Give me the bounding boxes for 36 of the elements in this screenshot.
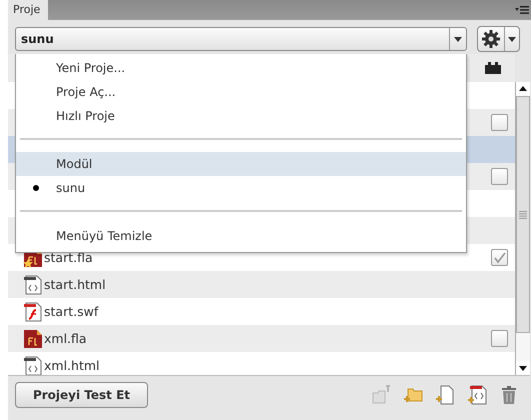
file-name: xml.fla bbox=[44, 331, 87, 346]
new-file-icon[interactable] bbox=[435, 385, 455, 405]
menu-item[interactable]: Hızlı Proje bbox=[16, 104, 466, 128]
caret-icon bbox=[454, 36, 462, 42]
checkbox[interactable] bbox=[491, 114, 508, 131]
file-name: start.html bbox=[44, 277, 106, 292]
file-name: xml.html bbox=[44, 358, 100, 373]
bullet-icon bbox=[33, 185, 39, 191]
swf-file-icon bbox=[23, 302, 43, 322]
pinned-folder-icon[interactable] bbox=[371, 385, 391, 405]
flash-file-icon bbox=[23, 328, 43, 348]
file-row[interactable]: start.html bbox=[8, 271, 515, 298]
checkbox[interactable] bbox=[491, 168, 508, 185]
file-name: start.fla bbox=[44, 250, 93, 265]
menu-item[interactable]: Proje Aç... bbox=[16, 80, 466, 104]
test-project-button[interactable]: Projeyi Test Et bbox=[15, 382, 148, 408]
grip-icon[interactable] bbox=[519, 210, 527, 218]
panel-menu-icon[interactable] bbox=[515, 5, 529, 15]
panel-tab[interactable]: Proje bbox=[8, 0, 48, 20]
column-header-icon bbox=[485, 62, 501, 74]
html-file-icon bbox=[23, 274, 43, 294]
settings-button[interactable] bbox=[477, 26, 520, 52]
file-row[interactable]: xml.fla bbox=[8, 325, 515, 352]
menu-item[interactable]: Modül bbox=[16, 152, 466, 176]
html-file-icon bbox=[23, 356, 43, 375]
new-html-file-icon[interactable] bbox=[467, 385, 487, 405]
menu-item[interactable]: sunu bbox=[16, 176, 466, 200]
file-name: start.swf bbox=[44, 304, 98, 319]
scrollbar[interactable] bbox=[515, 82, 530, 375]
checkbox[interactable] bbox=[491, 330, 508, 347]
checkbox[interactable] bbox=[491, 249, 508, 266]
settings-icon bbox=[481, 29, 502, 49]
project-dropdown[interactable]: sunu bbox=[15, 27, 467, 51]
menu-item[interactable]: Yeni Proje... bbox=[16, 56, 466, 80]
trash-icon[interactable] bbox=[499, 385, 519, 405]
caret-icon bbox=[508, 36, 516, 42]
